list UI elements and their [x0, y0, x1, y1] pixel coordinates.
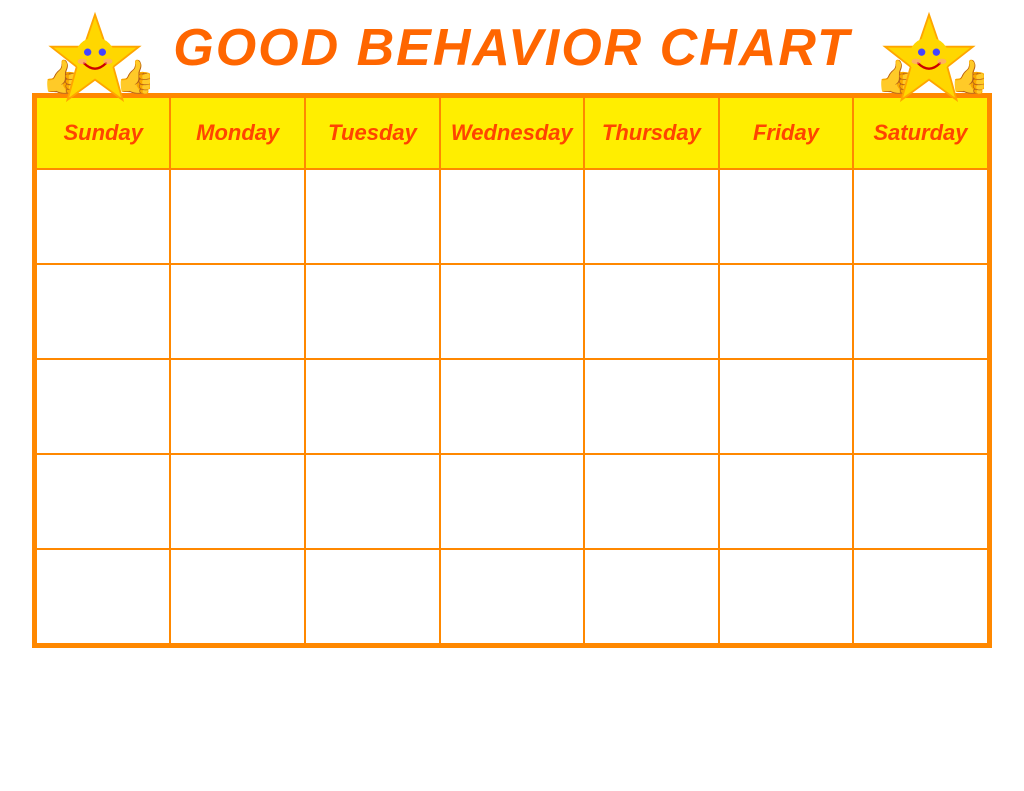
behavior-chart: Sunday Monday Tuesday Wednesday Thursday… — [32, 93, 992, 648]
header-wednesday: Wednesday — [440, 97, 584, 169]
table-cell[interactable] — [584, 549, 719, 644]
table-cell[interactable] — [170, 549, 305, 644]
table-cell[interactable] — [170, 359, 305, 454]
table-cell[interactable] — [719, 359, 853, 454]
table-row — [36, 454, 988, 549]
table-cell[interactable] — [305, 359, 440, 454]
chart-body — [36, 169, 988, 644]
days-header-row: Sunday Monday Tuesday Wednesday Thursday… — [36, 97, 988, 169]
table-row — [36, 169, 988, 264]
table-cell[interactable] — [440, 264, 584, 359]
table-cell[interactable] — [36, 264, 170, 359]
table-cell[interactable] — [719, 264, 853, 359]
table-cell[interactable] — [584, 264, 719, 359]
table-cell[interactable] — [584, 169, 719, 264]
table-cell[interactable] — [853, 549, 988, 644]
header-monday: Monday — [170, 97, 305, 169]
table-cell[interactable] — [36, 169, 170, 264]
table-cell[interactable] — [853, 359, 988, 454]
table-cell[interactable] — [305, 454, 440, 549]
star-icon-left: 👍 👍 — [40, 10, 150, 120]
table-cell[interactable] — [719, 454, 853, 549]
table-cell[interactable] — [440, 549, 584, 644]
table-cell[interactable] — [719, 169, 853, 264]
svg-text:👍: 👍 — [115, 58, 150, 96]
table-cell[interactable] — [305, 264, 440, 359]
table-cell[interactable] — [440, 454, 584, 549]
svg-text:👍: 👍 — [949, 58, 984, 96]
table-cell[interactable] — [584, 359, 719, 454]
table-cell[interactable] — [584, 454, 719, 549]
star-icon-right: 👍 👍 — [874, 10, 984, 120]
table-cell[interactable] — [170, 264, 305, 359]
table-cell[interactable] — [36, 454, 170, 549]
table-cell[interactable] — [853, 264, 988, 359]
table-cell[interactable] — [36, 359, 170, 454]
table-cell[interactable] — [853, 454, 988, 549]
chart-table: Sunday Monday Tuesday Wednesday Thursday… — [35, 96, 989, 645]
table-cell[interactable] — [170, 169, 305, 264]
table-cell[interactable] — [36, 549, 170, 644]
table-cell[interactable] — [440, 359, 584, 454]
header-friday: Friday — [719, 97, 853, 169]
table-cell[interactable] — [719, 549, 853, 644]
table-cell[interactable] — [170, 454, 305, 549]
table-cell[interactable] — [853, 169, 988, 264]
table-cell[interactable] — [440, 169, 584, 264]
table-row — [36, 359, 988, 454]
table-row — [36, 549, 988, 644]
page-header: 👍 👍 GOOD BEHAVIOR CHART 👍 — [0, 0, 1024, 88]
table-row — [36, 264, 988, 359]
header-thursday: Thursday — [584, 97, 719, 169]
header-tuesday: Tuesday — [305, 97, 440, 169]
table-cell[interactable] — [305, 169, 440, 264]
page-title: GOOD BEHAVIOR CHART — [173, 18, 850, 78]
table-cell[interactable] — [305, 549, 440, 644]
